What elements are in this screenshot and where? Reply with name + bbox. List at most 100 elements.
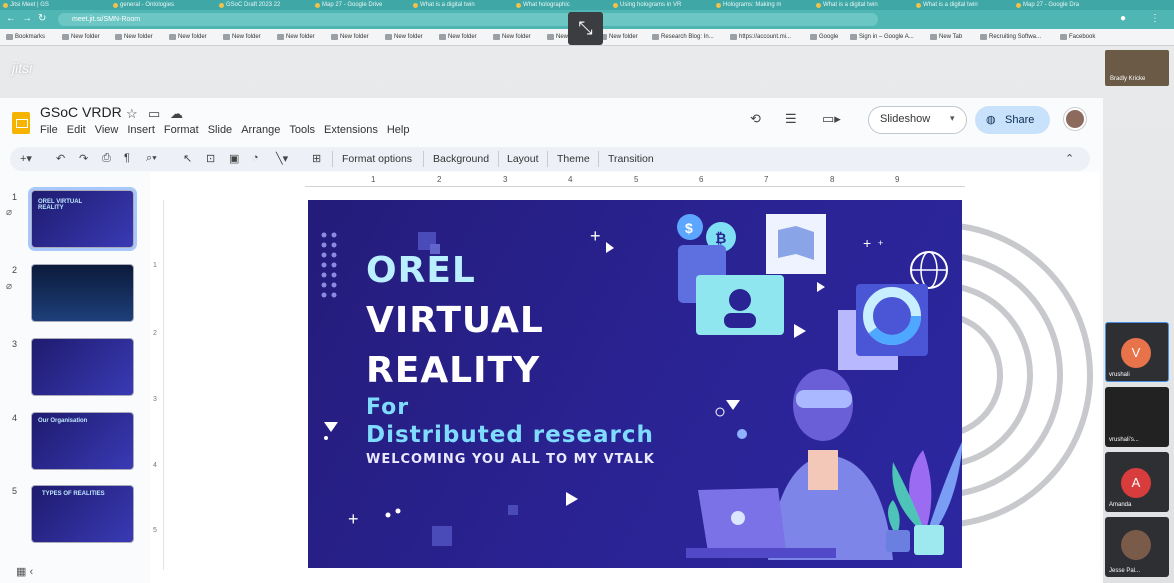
browser-tab[interactable]: What is a digital twin xyxy=(412,0,502,10)
bookmark-item[interactable]: New folder xyxy=(600,29,638,46)
slides-logo-icon[interactable] xyxy=(12,112,30,134)
avatar[interactable] xyxy=(1064,108,1086,130)
bookmark-item[interactable]: New xyxy=(547,29,568,46)
layout-button[interactable]: Layout xyxy=(507,153,539,165)
browser-tab[interactable]: Jitsi Meet | GS xyxy=(2,0,97,10)
browser-tab[interactable]: What holographic dash xyxy=(515,0,570,10)
browser-tab[interactable]: Using holograms in VR xyxy=(612,0,702,10)
bookmark-item[interactable]: New folder xyxy=(115,29,153,46)
slide-title-line: VIRTUAL xyxy=(366,300,544,341)
star-icon[interactable]: ☆ xyxy=(126,106,138,122)
menu-extensions[interactable]: Extensions xyxy=(324,124,378,138)
redo-icon[interactable]: ↷ xyxy=(79,152,88,165)
menu-slide[interactable]: Slide xyxy=(208,124,232,138)
print-icon[interactable]: ⎙ xyxy=(102,152,111,165)
menu-view[interactable]: View xyxy=(95,124,119,138)
browser-tab[interactable]: Map 27 - Google Drive xyxy=(314,0,404,10)
bookmark-item[interactable]: Sign in – Google A... xyxy=(850,29,914,46)
ruler-tick: 4 xyxy=(568,175,573,184)
slide-subtitle: For xyxy=(366,395,410,420)
menu-tools[interactable]: Tools xyxy=(289,124,315,138)
bookmark-item[interactable]: Research Blog: In... xyxy=(652,29,714,46)
slide-thumbnail[interactable]: OREL VIRTUAL REALITY xyxy=(31,190,134,248)
participant-name: vrushali xyxy=(1109,372,1130,378)
browser-tab[interactable]: GSoC Draft 2023 22 xyxy=(218,0,308,10)
exit-fullscreen-icon[interactable]: ⤡ xyxy=(568,12,603,45)
comment-add-icon[interactable]: ⊞ xyxy=(312,152,321,165)
move-folder-icon[interactable]: ▭ xyxy=(148,106,160,122)
paint-format-icon[interactable]: ¶ xyxy=(124,152,130,164)
jitsi-logo: jitsi xyxy=(12,60,33,76)
participant-name: Jesse Pal... xyxy=(1109,568,1141,574)
comments-icon[interactable]: ☰ xyxy=(785,111,797,127)
menu-edit[interactable]: Edit xyxy=(67,124,86,138)
toolbar-divider xyxy=(547,151,548,167)
browser-tab[interactable]: general - Ontologies xyxy=(112,0,207,10)
slide-thumbnail[interactable] xyxy=(31,264,134,322)
menu-help[interactable]: Help xyxy=(387,124,410,138)
transition-button[interactable]: Transition xyxy=(608,153,654,165)
new-slide-icon[interactable]: +▾ xyxy=(20,152,32,165)
shape-icon[interactable]: ◔ xyxy=(252,152,259,164)
bookmark-item[interactable]: Facebook xyxy=(1060,29,1095,46)
forward-icon[interactable]: → xyxy=(22,13,32,24)
text-box-icon[interactable]: ⊡ xyxy=(206,152,215,165)
browser-tab[interactable]: What is a digital twin xyxy=(815,0,905,10)
zoom-icon[interactable]: ⌕▾ xyxy=(146,152,157,165)
menu-arrange[interactable]: Arrange xyxy=(241,124,280,138)
theme-button[interactable]: Theme xyxy=(557,153,590,165)
image-icon[interactable]: ▣ xyxy=(229,152,239,165)
reload-icon[interactable]: ↻ xyxy=(38,13,46,24)
attachment-icon: ⌀ xyxy=(6,281,13,292)
background-button[interactable]: Background xyxy=(433,153,489,165)
current-slide[interactable]: + + $ ₿ + + OREL VIRTUAL REALITY For Dis… xyxy=(308,200,962,568)
presenter-name: Bradly Kricke xyxy=(1110,76,1146,82)
history-icon[interactable]: ⟲ xyxy=(750,111,761,127)
line-icon[interactable]: ╲▾ xyxy=(276,152,288,165)
bookmark-item[interactable]: https://account.mi... xyxy=(730,29,791,46)
browser-tab[interactable]: Map 27 - Google Dra xyxy=(1015,0,1105,10)
menu-dots-icon[interactable]: ⋮ xyxy=(1150,13,1160,24)
slide-number: 4 xyxy=(12,413,18,423)
url-field[interactable]: meet.jit.si/SMN-Room xyxy=(58,13,878,26)
browser-tab[interactable]: Holograms: Making m xyxy=(715,0,805,10)
grid-view-icon[interactable]: ▦ ‹ xyxy=(16,565,33,578)
document-title[interactable]: GSoC VRDR xyxy=(40,104,122,120)
slide-thumbnail[interactable]: TYPES OF REALITIES xyxy=(31,485,134,543)
slide-number: 5 xyxy=(12,486,18,496)
slide-title-line: OREL xyxy=(366,250,476,291)
menu-insert[interactable]: Insert xyxy=(127,124,155,138)
meet-camera-icon[interactable]: ▭▸ xyxy=(822,111,841,127)
bookmark-item[interactable]: New folder xyxy=(331,29,369,46)
participant-name: Amanda xyxy=(1109,502,1132,508)
slide-number: 2 xyxy=(12,265,18,275)
bookmark-item[interactable]: New Tab xyxy=(930,29,962,46)
bookmark-item[interactable]: New folder xyxy=(169,29,207,46)
bookmark-item[interactable]: New folder xyxy=(277,29,315,46)
profile-icon[interactable]: ● xyxy=(1120,13,1126,24)
bookmark-item[interactable]: Bookmarks xyxy=(6,29,45,46)
slide-thumbnail[interactable] xyxy=(31,338,134,396)
bookmark-item[interactable]: New folder xyxy=(62,29,100,46)
bookmark-item[interactable]: New folder xyxy=(493,29,531,46)
bookmark-item[interactable]: Recruiting Softwa... xyxy=(980,29,1041,46)
chevron-down-icon[interactable]: ▾ xyxy=(950,113,955,124)
format-options-button[interactable]: Format options xyxy=(342,153,412,165)
bookmark-item[interactable]: New folder xyxy=(223,29,261,46)
back-icon[interactable]: ← xyxy=(6,13,16,24)
ruler-tick: 9 xyxy=(895,175,900,184)
undo-icon[interactable]: ↶ xyxy=(56,152,65,165)
bookmark-item[interactable]: Google xyxy=(810,29,838,46)
slide-thumbnail[interactable]: Our Organisation xyxy=(31,412,134,470)
collapse-chevron-icon[interactable]: ⌃ xyxy=(1065,152,1074,165)
thumbnail-title: Our Organisation xyxy=(38,418,88,424)
menu-bar: File Edit View Insert Format Slide Arran… xyxy=(40,124,409,138)
bookmark-item[interactable]: New folder xyxy=(439,29,477,46)
menu-file[interactable]: File xyxy=(40,124,58,138)
browser-tab[interactable]: What is a digital twin xyxy=(915,0,1005,10)
menu-format[interactable]: Format xyxy=(164,124,199,138)
ruler-tick: 1 xyxy=(371,175,376,184)
participant-name: vrushali's... xyxy=(1109,437,1139,443)
select-icon[interactable]: ↖ xyxy=(183,152,192,165)
bookmark-item[interactable]: New folder xyxy=(385,29,423,46)
